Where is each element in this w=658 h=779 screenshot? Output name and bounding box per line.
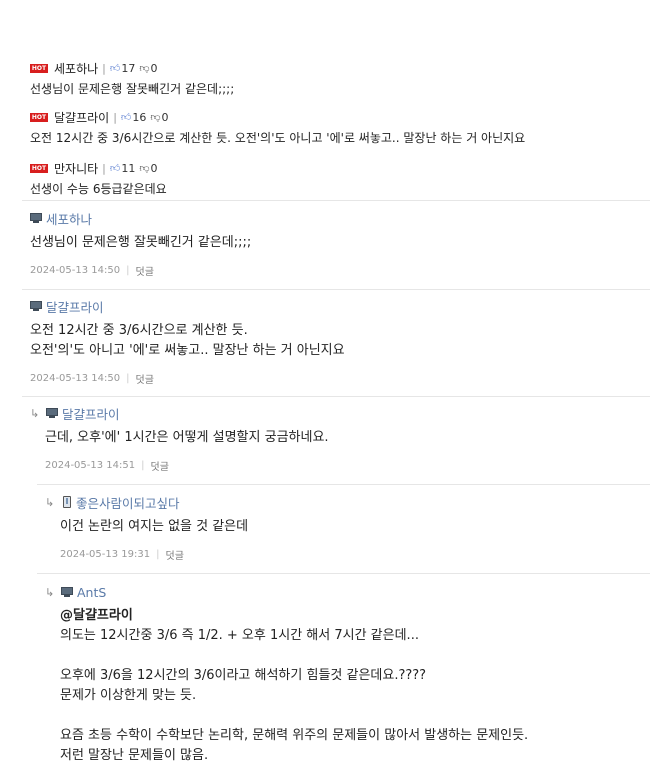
separator: | (113, 110, 117, 124)
reply-button[interactable]: 덧글 (166, 547, 184, 562)
hot-badge: HOT (30, 63, 48, 73)
comment-divider (22, 396, 650, 397)
separator: | (156, 549, 160, 560)
best-comment-nick[interactable]: 만자니타 (54, 160, 98, 177)
thumb-down-icon: 👎︎ (139, 163, 150, 174)
downvote-button[interactable]: 👎︎ 0 (135, 62, 157, 75)
hot-badge: HOT (30, 163, 48, 173)
comment-nick[interactable]: 세포하나 (46, 209, 92, 228)
separator: | (102, 161, 106, 175)
comment-divider (22, 289, 650, 290)
downvote-button[interactable]: 👎︎ 0 (146, 111, 168, 124)
best-comment-text: 오전 12시간 중 3/6시간으로 계산한 듯. 오전'의'도 아니고 '에'로… (30, 131, 526, 145)
upvote-count: 11 (121, 161, 136, 175)
best-comment-nick[interactable]: 세포하나 (54, 60, 98, 77)
comment-divider (37, 484, 650, 485)
reply-arrow-icon: ↳ (30, 406, 40, 420)
best-comment: HOT 달걀프라이 | 👍︎ 16 👎︎ 0 오전 12시간 중 3/6시간으로 계… (30, 109, 650, 146)
comment: 달걀프라이 오전 12시간 중 3/6시간으로 계산한 듯. 오전'의'도 아니… (30, 298, 658, 386)
comment-date: 2024-05-13 14:51 (45, 460, 136, 471)
pc-monitor-icon (30, 213, 42, 223)
upvote-button[interactable]: 👍︎ 16 (121, 111, 146, 124)
reply-button[interactable]: 덧글 (151, 458, 169, 473)
comment-text: 근데, 오후'에' 1시간은 어떻게 설명할지 궁금하네요. (45, 430, 329, 445)
reply-button[interactable]: 덧글 (136, 371, 154, 386)
upvote-button[interactable]: 👍︎ 11 (110, 162, 135, 175)
best-comment-nick[interactable]: 달걀프라이 (54, 109, 109, 126)
comment-text: 오전 12시간 중 3/6시간으로 계산한 듯. 오전'의'도 아니고 '에'로… (30, 323, 345, 358)
reply-comment: ↳ AntS @달걀프라이 의도는 12시간중 3/6 즉 1/2. + 오후 … (45, 584, 658, 766)
pc-monitor-icon (61, 587, 73, 597)
thumb-down-icon: 👎︎ (150, 112, 161, 123)
comment-nick[interactable]: AntS (77, 585, 106, 600)
reply-arrow-icon: ↳ (45, 585, 55, 599)
separator: | (126, 265, 130, 276)
best-comment: HOT 만자니타 | 👍︎ 11 👎︎ 0 선생이 수능 6등급같은데요 (30, 160, 650, 197)
separator: | (141, 460, 145, 471)
comment-text: 이건 논란의 여지는 없을 것 같은데 (60, 519, 249, 534)
reply-comment: ↳ 달걀프라이 근데, 오후'에' 1시간은 어떻게 설명할지 궁금하네요. 2… (30, 404, 658, 474)
best-comment-text: 선생님이 문제은행 잘못빼긴거 같은데;;;; (30, 82, 235, 96)
separator: | (102, 61, 106, 75)
reply-button[interactable]: 덧글 (136, 263, 154, 278)
comment-divider (37, 573, 650, 574)
thumb-down-icon: 👎︎ (139, 63, 150, 74)
downvote-count: 0 (150, 161, 158, 175)
mention[interactable]: @달걀프라이 (60, 606, 658, 626)
comment-date: 2024-05-13 19:31 (60, 549, 151, 560)
pc-monitor-icon (30, 301, 42, 311)
thumb-up-icon: 👍︎ (120, 112, 132, 123)
upvote-button[interactable]: 👍︎ 17 (110, 62, 135, 75)
best-comment: HOT 세포하나 | 👍︎ 17 👎︎ 0 선생님이 문제은행 잘못빼긴거 같은데;… (30, 60, 650, 97)
comment-nick[interactable]: 달걀프라이 (62, 404, 120, 423)
upvote-count: 16 (132, 110, 147, 124)
hot-badge: HOT (30, 112, 48, 122)
reply-comment: ↳ 좋은사람이되고싶다 이건 논란의 여지는 없을 것 같은데 2024-05-… (45, 493, 658, 563)
comment-date: 2024-05-13 14:50 (30, 265, 121, 276)
comment-divider (22, 200, 650, 201)
reply-arrow-icon: ↳ (45, 495, 55, 509)
comment-nick[interactable]: 달걀프라이 (46, 297, 104, 316)
upvote-count: 17 (121, 61, 136, 75)
mobile-phone-icon (63, 496, 71, 508)
downvote-count: 0 (150, 61, 158, 75)
downvote-count: 0 (161, 110, 169, 124)
comment-nick[interactable]: 좋은사람이되고싶다 (76, 493, 180, 512)
comment-text: 선생님이 문제은행 잘못빼긴거 같은데;;;; (30, 235, 252, 250)
best-comment-text: 선생이 수능 6등급같은데요 (30, 182, 167, 196)
separator: | (126, 373, 130, 384)
comment: 세포하나 선생님이 문제은행 잘못빼긴거 같은데;;;; 2024-05-13 … (30, 210, 658, 278)
pc-monitor-icon (46, 408, 58, 418)
comment-date: 2024-05-13 14:50 (30, 373, 121, 384)
comment-text: 의도는 12시간중 3/6 즉 1/2. + 오후 1시간 해서 7시간 같은데… (60, 628, 529, 763)
thumb-up-icon: 👍︎ (109, 63, 121, 74)
thumb-up-icon: 👍︎ (109, 163, 121, 174)
downvote-button[interactable]: 👎︎ 0 (135, 162, 157, 175)
